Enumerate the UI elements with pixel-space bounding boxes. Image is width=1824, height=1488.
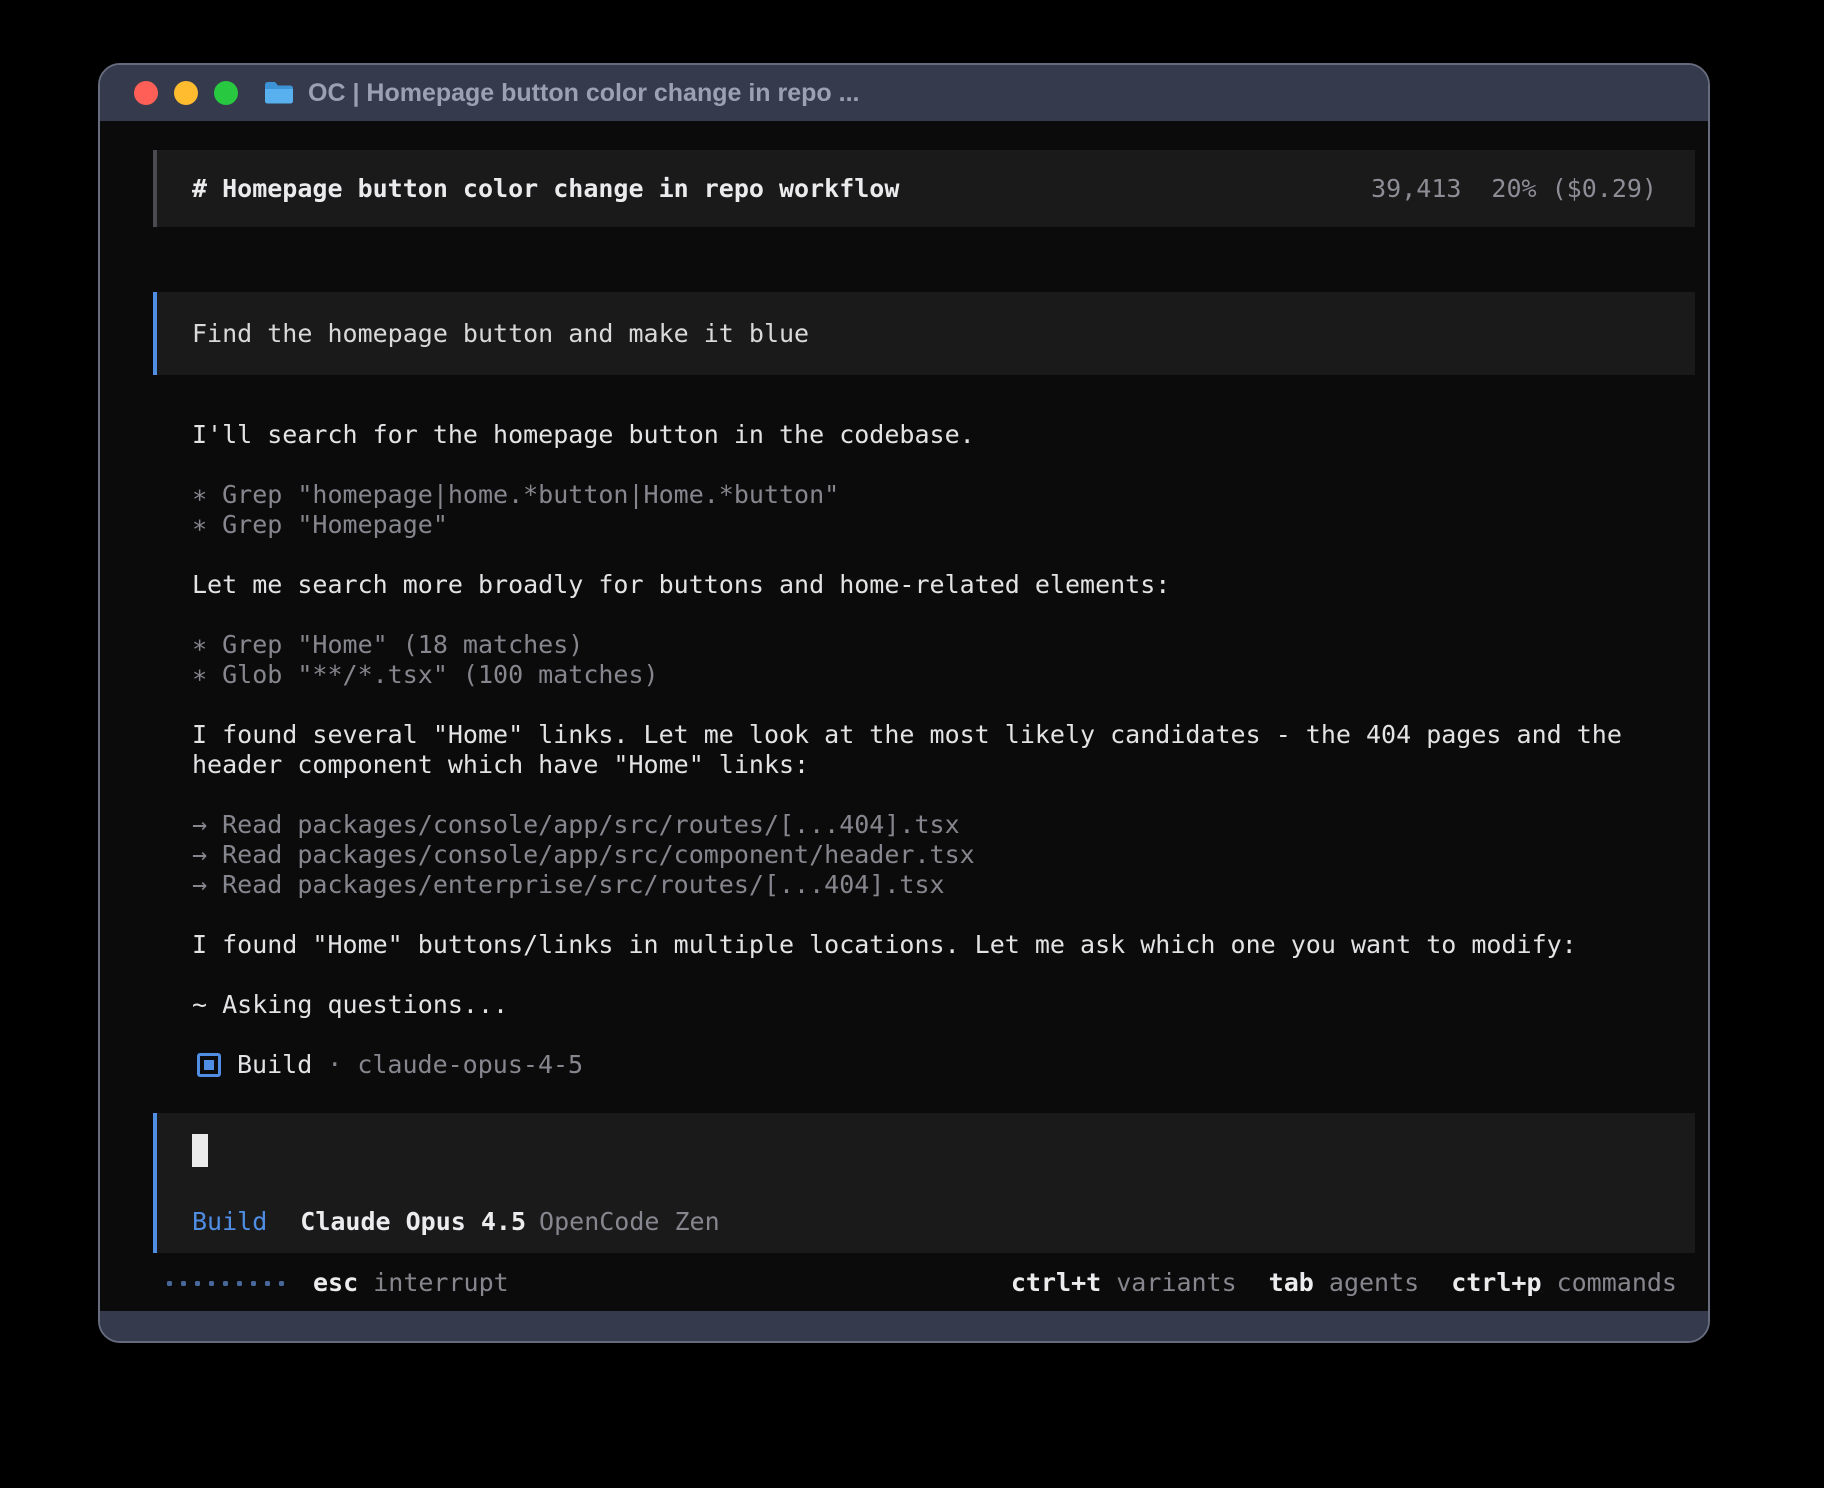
agent-build-icon [197,1053,221,1077]
tool-call-read: → Read packages/enterprise/src/routes/[.… [192,870,1695,900]
assistant-text: Let me search more broadly for buttons a… [192,570,1695,600]
terminal-window[interactable]: OC | Homepage button color change in rep… [98,63,1710,1343]
agent-model: claude-opus-4-5 [357,1050,583,1080]
window-title: OC | Homepage button color change in rep… [308,79,859,108]
tool-call-grep: ∗ Grep "Home" (18 matches) [192,630,1695,660]
folder-icon [264,80,294,106]
statusbar-left: esc interrupt [167,1268,509,1298]
assistant-text: I found several "Home" links. Let me loo… [192,720,1695,750]
minimize-button[interactable] [174,81,198,105]
composer-provider: OpenCode Zen [539,1207,720,1237]
spinner-dots-icon [167,1281,284,1286]
terminal-content: # Homepage button color change in repo w… [100,121,1708,1311]
prompt-input[interactable]: Build Claude Opus 4.5 OpenCode Zen [153,1113,1695,1253]
hint-interrupt: esc interrupt [313,1268,509,1298]
assistant-text: header component which have "Home" links… [192,750,1695,780]
assistant-text: I'll search for the homepage button in t… [192,420,1695,450]
session-title: # Homepage button color change in repo w… [192,174,899,204]
tool-call-glob: ∗ Glob "**/*.tsx" (100 matches) [192,660,1695,690]
user-message-text: Find the homepage button and make it blu… [192,319,809,349]
composer-agent: Build [192,1207,267,1237]
assistant-transcript: I'll search for the homepage button in t… [153,420,1695,1020]
tool-call-read: → Read packages/console/app/src/componen… [192,840,1695,870]
token-count: 39,413 [1371,174,1461,204]
text-cursor [192,1134,208,1167]
assistant-text: I found "Home" buttons/links in multiple… [192,930,1695,960]
titlebar: OC | Homepage button color change in rep… [100,65,1708,121]
assistant-status-text: ~ Asking questions... [192,990,1695,1020]
hint-commands: ctrl+p commands [1451,1268,1677,1298]
tool-call-grep: ∗ Grep "homepage|home.*button|Home.*butt… [192,480,1695,510]
user-message: Find the homepage button and make it blu… [153,292,1695,375]
agent-separator: · [327,1050,342,1080]
hint-variants: ctrl+t variants [1011,1268,1237,1298]
agent-name: Build [237,1050,312,1080]
session-stats: 39,413 20% ($0.29) [1371,174,1657,204]
session-header: # Homepage button color change in repo w… [153,150,1695,227]
agent-status-row: Build · claude-opus-4-5 [153,1050,1695,1080]
statusbar: esc interrupt ctrl+t variants tab agents… [153,1268,1695,1298]
context-usage: 20% ($0.29) [1491,174,1657,204]
hint-agents: tab agents [1269,1268,1420,1298]
zoom-button[interactable] [214,81,238,105]
composer-model: Claude Opus 4.5 [300,1207,526,1237]
window-bottom-strip [100,1311,1708,1341]
tool-call-grep: ∗ Grep "Homepage" [192,510,1695,540]
statusbar-right: ctrl+t variants tab agents ctrl+p comman… [1011,1268,1677,1298]
tool-call-read: → Read packages/console/app/src/routes/[… [192,810,1695,840]
close-button[interactable] [134,81,158,105]
composer-meta: Build Claude Opus 4.5 OpenCode Zen [192,1207,1695,1237]
